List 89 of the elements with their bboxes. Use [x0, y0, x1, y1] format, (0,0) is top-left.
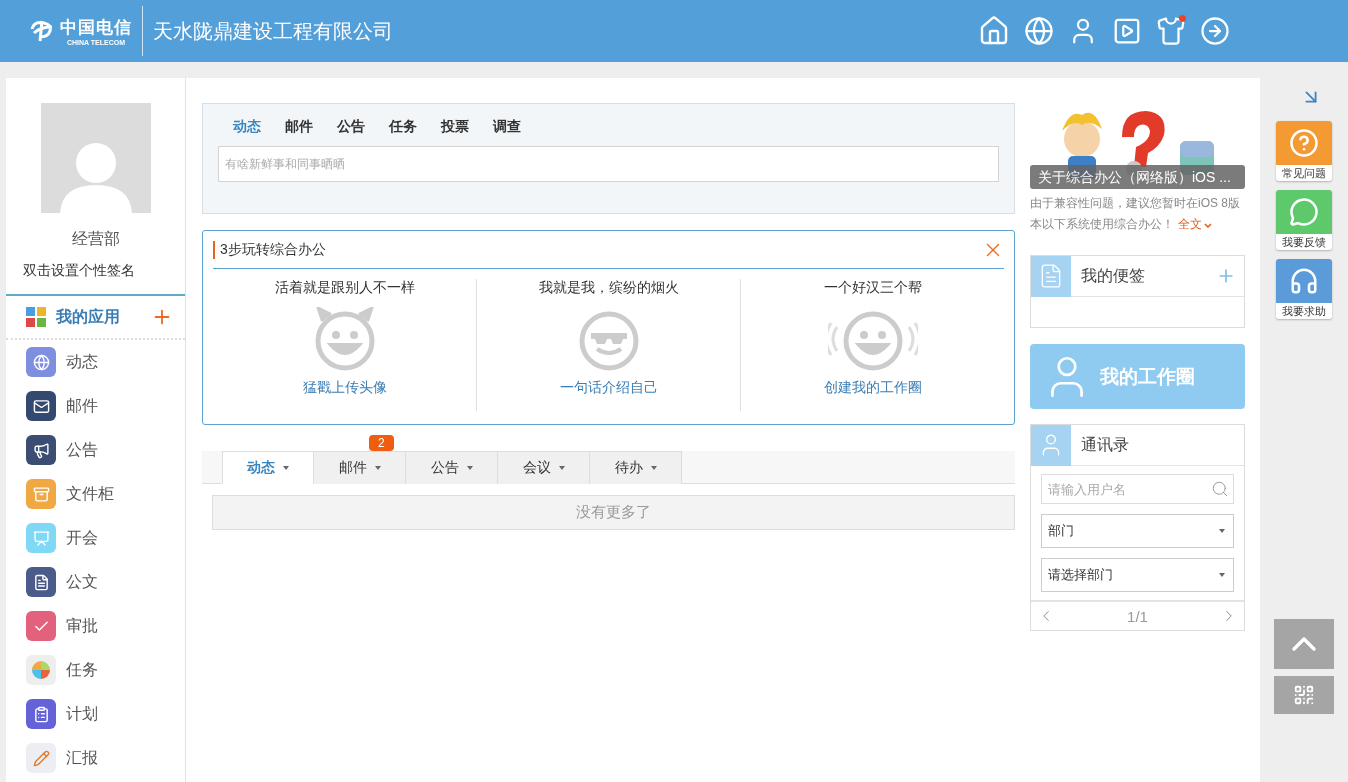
- feed-tab[interactable]: 动态: [222, 451, 314, 484]
- app-label: 任务: [66, 659, 98, 680]
- caret-icon: [650, 466, 657, 470]
- guide-title: 3步玩转综合办公: [213, 240, 982, 259]
- department-name: 经营部: [70, 229, 121, 249]
- app-label: 汇报: [66, 747, 98, 768]
- app-item[interactable]: 任务: [6, 648, 185, 692]
- count-badge: 2: [369, 435, 394, 451]
- composer-tab[interactable]: 任务: [389, 118, 417, 136]
- step-link[interactable]: 创建我的工作圈: [823, 379, 922, 397]
- document-icon: [26, 567, 56, 597]
- app-label: 公告: [66, 439, 98, 460]
- caret-icon: [283, 465, 289, 470]
- app-item[interactable]: 审批: [6, 604, 185, 648]
- caret-icon: [374, 466, 381, 470]
- app-label: 审批: [66, 615, 98, 636]
- feed-tab[interactable]: 会议: [498, 451, 590, 484]
- back-to-top-button[interactable]: [1274, 619, 1334, 669]
- composer-tab[interactable]: 投票: [441, 118, 469, 136]
- app-item[interactable]: 公告: [6, 428, 185, 472]
- contacts-title: 通讯录: [1081, 434, 1130, 455]
- envelope-icon: [26, 391, 56, 421]
- composer-tab[interactable]: 调查: [493, 118, 521, 136]
- cabinet-icon: [26, 479, 56, 509]
- step-caption: 我就是我，缤纷的烟火: [538, 279, 679, 297]
- qr-code-icon: [1293, 684, 1315, 706]
- apps-grid-icon: [26, 307, 46, 327]
- podium-icon: [26, 523, 56, 553]
- read-more-link[interactable]: 全文: [1178, 217, 1202, 231]
- home-icon[interactable]: [978, 15, 1010, 47]
- news-caption[interactable]: 关于综合办公（网络版）iOS ...: [1030, 165, 1245, 189]
- company-name: 天水陇鼎建设工程有限公司: [153, 18, 393, 44]
- composer-tab[interactable]: 公告: [337, 118, 365, 136]
- quadrant-icon: [26, 655, 56, 685]
- notes-title: 我的便签: [1081, 265, 1146, 286]
- shirt-icon[interactable]: [1156, 16, 1186, 46]
- post-input[interactable]: 有啥新鲜事和同事晒晒: [218, 146, 999, 182]
- filter-select[interactable]: 部门: [1041, 514, 1234, 548]
- app-item[interactable]: 邮件: [6, 384, 185, 428]
- app-item[interactable]: 汇报: [6, 736, 185, 780]
- help-side-button[interactable]: 常见问题: [1276, 121, 1332, 181]
- play-icon[interactable]: [1112, 16, 1142, 46]
- globe-icon[interactable]: [1024, 16, 1054, 46]
- person-icon: [1031, 424, 1071, 466]
- no-more-bar: 没有更多了: [212, 495, 1015, 530]
- page-indicator: 1/1: [1127, 607, 1148, 625]
- question-icon: [1289, 128, 1319, 158]
- app-label: 邮件: [66, 395, 98, 416]
- document-icon: [1031, 255, 1071, 297]
- app-item[interactable]: 公文: [6, 560, 185, 604]
- qr-code-button[interactable]: [1274, 676, 1334, 714]
- app-label: 文件柜: [66, 483, 114, 504]
- signature-text[interactable]: 双击设置个性签名: [23, 262, 185, 280]
- caret-icon: [1204, 223, 1212, 228]
- step-link[interactable]: 猛戳上传头像: [302, 379, 387, 397]
- search-icon[interactable]: [1211, 480, 1229, 498]
- composer-tab[interactable]: 动态: [233, 118, 261, 136]
- app-label: 动态: [66, 351, 98, 372]
- app-item[interactable]: 计划: [6, 692, 185, 736]
- headset-icon: [1289, 266, 1319, 296]
- logo-text: 中国电信: [60, 17, 132, 39]
- news-text: 由于兼容性问题，建议您暂时在iOS 8版本以下系统使用综合办公！ 全文: [1030, 195, 1241, 233]
- feed-tab[interactable]: 公告: [406, 451, 498, 484]
- feed-tab[interactable]: 待办: [590, 451, 682, 484]
- app-item[interactable]: 文件柜: [6, 472, 185, 516]
- caret-icon: [558, 466, 565, 470]
- chat-bubble-icon: [1289, 197, 1319, 227]
- megaphone-icon: [26, 435, 56, 465]
- department-select[interactable]: 请选择部门: [1041, 558, 1234, 592]
- globe-icon: [26, 347, 56, 377]
- composer-tab[interactable]: 邮件: [285, 118, 313, 136]
- apps-title: 我的应用: [56, 306, 121, 327]
- feed-tab[interactable]: 邮件: [314, 451, 406, 484]
- step-caption: 一个好汉三个帮: [823, 279, 922, 297]
- logout-icon[interactable]: [1200, 16, 1230, 46]
- app-label: 公文: [66, 571, 98, 592]
- pencil-icon: [26, 743, 56, 773]
- clipboard-icon: [26, 699, 56, 729]
- step-caption: 活着就是跟别人不一样: [274, 279, 415, 297]
- check-icon: [26, 611, 56, 641]
- step-link[interactable]: 一句话介绍自己: [559, 379, 658, 397]
- app-label: 开会: [66, 527, 98, 548]
- user-search-field[interactable]: 请输入用户名: [1041, 474, 1234, 504]
- app-label: 计划: [66, 703, 98, 724]
- app-item[interactable]: 开会: [6, 516, 185, 560]
- help-side-button[interactable]: 我要求助: [1276, 259, 1332, 319]
- app-item[interactable]: 动态: [6, 340, 185, 384]
- caret-icon: [466, 466, 473, 470]
- help-side-button[interactable]: 我要反馈: [1276, 190, 1332, 250]
